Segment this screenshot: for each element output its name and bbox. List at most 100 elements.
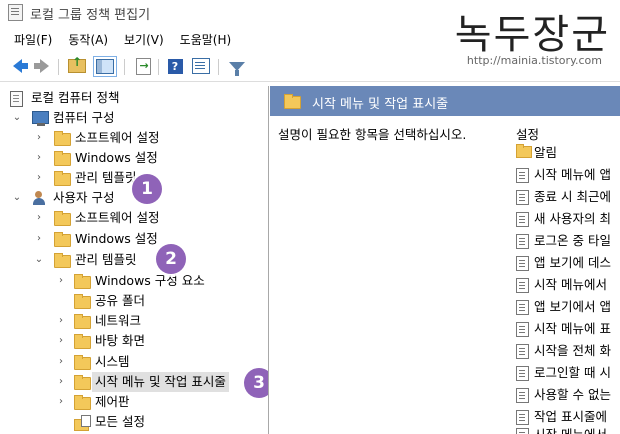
tree-item-label: Windows 설정 — [75, 231, 158, 246]
up-one-level-button[interactable] — [66, 55, 88, 77]
list-item-label: 새 사용자의 최 — [534, 211, 611, 226]
chevron-right-icon[interactable]: › — [34, 148, 44, 168]
back-button[interactable] — [6, 55, 28, 77]
folder-icon — [74, 334, 91, 349]
step-badge-2: 2 — [156, 244, 186, 274]
chevron-right-icon[interactable]: › — [34, 208, 44, 228]
menu-help[interactable]: 도움말(H) — [172, 28, 240, 50]
list-item-label: 앱 보기에서 앱 — [534, 299, 611, 314]
description-text: 설명이 필요한 항목을 선택하십시오. — [278, 127, 467, 142]
filter-icon — [229, 61, 245, 76]
chevron-right-icon[interactable]: › — [56, 331, 66, 351]
chevron-right-icon[interactable]: › — [56, 311, 66, 331]
tree-item-label: 시작 메뉴 및 작업 표시줄 — [92, 372, 229, 392]
tree-item-label: 바탕 화면 — [95, 333, 145, 348]
toolbar: ? — [0, 53, 620, 82]
tree-item-label: 모든 설정 — [95, 414, 145, 429]
tree-item-label: 관리 템플릿 — [75, 170, 137, 185]
tree-item-label: 공유 폴더 — [95, 293, 145, 308]
list-item-label: 알림 — [534, 145, 558, 160]
setting-icon — [516, 428, 529, 434]
toolbar-separator — [58, 59, 59, 75]
help-button[interactable]: ? — [164, 55, 186, 77]
tree-item-label: 사용자 구성 — [53, 190, 115, 205]
show-hide-tree-button[interactable] — [93, 55, 117, 77]
setting-icon — [516, 388, 529, 403]
forward-button[interactable] — [30, 55, 52, 77]
details-header-title: 시작 메뉴 및 작업 표시줄 — [312, 97, 449, 112]
list-item-label: 시작 메뉴에서 — [534, 277, 607, 292]
tree-item-label: 관리 템플릿 — [75, 252, 137, 267]
tree-item-label: 소프트웨어 설정 — [75, 130, 160, 145]
setting-icon — [516, 234, 529, 249]
setting-icon — [516, 278, 529, 293]
menu-file[interactable]: 파일(F) — [6, 28, 60, 50]
chevron-right-icon[interactable]: › — [34, 168, 44, 188]
setting-icon — [516, 168, 529, 183]
chevron-right-icon[interactable]: › — [56, 372, 66, 392]
chevron-down-icon[interactable]: ⌄ — [34, 250, 44, 270]
chevron-right-icon[interactable]: › — [34, 229, 44, 249]
policy-document-icon — [10, 91, 23, 107]
setting-icon — [516, 322, 529, 337]
setting-icon — [516, 410, 529, 425]
chevron-right-icon[interactable]: › — [34, 128, 44, 148]
details-header: 시작 메뉴 및 작업 표시줄 — [270, 86, 620, 116]
tree-item-label: 소프트웨어 설정 — [75, 210, 160, 225]
tree-item-label: 제어판 — [95, 394, 130, 409]
tree-item-label: Windows 구성 요소 — [95, 273, 205, 288]
folder-icon — [54, 211, 71, 226]
window-title: 로컬 그룹 정책 편집기 — [30, 8, 151, 23]
chevron-right-icon[interactable]: › — [56, 352, 66, 372]
folder-icon — [54, 232, 71, 247]
toolbar-separator — [124, 59, 125, 75]
properties-icon — [192, 58, 210, 74]
menu-view[interactable]: 보기(V) — [116, 28, 172, 50]
list-item-label: 로그온 중 타일 — [534, 233, 611, 248]
folder-up-icon — [68, 55, 86, 73]
show-hide-tree-icon — [93, 55, 117, 77]
setting-icon — [516, 190, 529, 205]
filter-button[interactable] — [226, 55, 248, 77]
chevron-right-icon[interactable]: › — [56, 271, 66, 291]
chevron-down-icon[interactable]: ⌄ — [12, 108, 22, 128]
folder-icon — [74, 314, 91, 329]
folder-icon — [74, 294, 91, 309]
chevron-right-icon[interactable]: › — [56, 392, 66, 412]
back-arrow-icon — [12, 59, 28, 73]
setting-icon — [516, 256, 529, 271]
menu-action[interactable]: 동작(A) — [60, 28, 116, 50]
list-item-label: 시작 메뉴에 앱 — [534, 167, 611, 182]
properties-button[interactable] — [190, 55, 212, 77]
folder-icon — [54, 131, 71, 146]
folder-icon — [74, 355, 91, 370]
list-item-label: 로그인할 때 시 — [534, 365, 611, 380]
tree-item-label: Windows 설정 — [75, 150, 158, 165]
step-badge-1: 1 — [132, 174, 162, 204]
folder-icon — [516, 144, 532, 158]
folder-icon — [284, 94, 301, 109]
tree-item-label: 컴퓨터 구성 — [53, 110, 115, 125]
list-item-label: 종료 시 최근에 — [534, 189, 611, 204]
user-icon — [32, 191, 46, 205]
tree-pane: 로컬 컴퓨터 정책 ⌄ 컴퓨터 구성 › 소프트웨어 설정 › Windows … — [0, 86, 269, 434]
setting-icon — [516, 212, 529, 227]
tree-item-label: 네트워크 — [95, 313, 142, 328]
folder-icon — [74, 375, 91, 390]
list-item-label: 시작 메뉴에서 — [534, 424, 607, 434]
export-list-button[interactable] — [132, 55, 154, 77]
app-icon — [8, 4, 23, 21]
step-badge-3: 3 — [244, 368, 268, 398]
column-header-setting[interactable]: 설정 — [516, 124, 539, 143]
tree-item-label: 시스템 — [95, 354, 130, 369]
folder-icon — [54, 171, 71, 186]
toolbar-separator — [158, 59, 159, 75]
computer-icon — [32, 111, 49, 126]
folder-icon — [54, 151, 71, 166]
toolbar-separator — [218, 59, 219, 75]
chevron-down-icon[interactable]: ⌄ — [12, 188, 22, 208]
watermark: 녹두장군 — [454, 12, 610, 58]
menu-bar: 파일(F) 동작(A) 보기(V) 도움말(H) — [0, 28, 239, 50]
list-item-label: 시작을 전체 화 — [534, 343, 611, 358]
export-list-icon — [135, 57, 151, 75]
